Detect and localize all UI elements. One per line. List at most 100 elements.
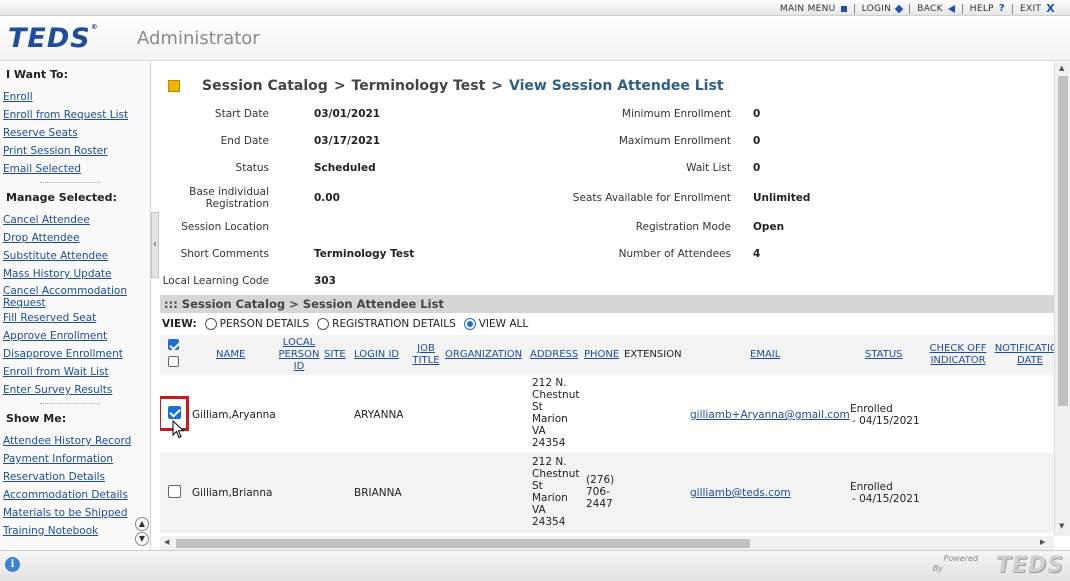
column-header-extension: EXTENSION: [624, 349, 682, 360]
sidebar: I Want To: Enroll Enroll from Request Li…: [0, 62, 151, 550]
horizontal-scroll-thumb[interactable]: [176, 539, 750, 548]
sidebar-item-approve-enrollment[interactable]: Approve Enrollment: [3, 327, 150, 345]
column-header-job-title[interactable]: JOB TITLE: [411, 343, 441, 367]
status-value: Scheduled: [314, 162, 376, 174]
row-checkbox[interactable]: [168, 406, 181, 419]
radio-person-details[interactable]: [204, 318, 217, 330]
info-icon[interactable]: i: [5, 557, 20, 572]
sidebar-item-print-session-roster[interactable]: Print Session Roster: [3, 142, 150, 160]
app-subtitle: Administrator: [137, 28, 260, 49]
horizontal-scrollbar[interactable]: ◀ ▶: [160, 536, 1054, 550]
column-header-organization[interactable]: ORGANIZATION: [445, 349, 522, 361]
sidebar-item-enroll-from-wait-list[interactable]: Enroll from Wait List: [3, 363, 150, 381]
column-header-login-id[interactable]: LOGIN ID: [354, 349, 399, 361]
seats-available-label: Seats Available for Enrollment: [572, 192, 731, 204]
scroll-down-arrow-icon[interactable]: ▼: [1059, 522, 1064, 530]
sidebar-heading-i-want-to: I Want To:: [6, 68, 69, 81]
start-date-value: 03/01/2021: [314, 108, 381, 120]
column-header-status[interactable]: STATUS: [865, 349, 903, 361]
main-menu-link[interactable]: MAIN MENU: [773, 4, 854, 14]
column-header-site[interactable]: SITE: [324, 349, 346, 361]
sidebar-scroll-up-icon[interactable]: ▲: [135, 517, 149, 531]
column-header-notification-date[interactable]: NOTIFICATION DATE: [990, 343, 1054, 367]
registration-mode-label: Registration Mode: [635, 221, 731, 233]
sidebar-scroll-down-icon[interactable]: ▼: [135, 532, 149, 546]
breadcrumb-terminology-test: Terminology Test: [351, 78, 486, 94]
base-individual-registration-label: Base individual Registration: [189, 186, 269, 210]
attendee-status: Enrolled - 04/15/2021: [850, 403, 920, 427]
column-header-check-off-indicator[interactable]: CHECK OFF INDICATOR: [926, 343, 990, 367]
row-checkbox[interactable]: [168, 485, 181, 498]
sidebar-item-enroll[interactable]: Enroll: [3, 88, 150, 106]
view-person-details-option[interactable]: PERSON DETAILS: [204, 318, 309, 330]
column-header-email[interactable]: EMAIL: [750, 349, 780, 361]
square-icon: [840, 5, 847, 12]
sidebar-item-enroll-from-request-list[interactable]: Enroll from Request List: [3, 106, 150, 124]
sidebar-item-attendee-history-record[interactable]: Attendee History Record: [3, 432, 150, 450]
footer-teds-logo: TEDS: [995, 553, 1064, 578]
end-date-label: End Date: [220, 135, 269, 147]
sidebar-divider: [40, 403, 100, 404]
short-comments-value: Terminology Test: [314, 248, 415, 260]
column-header-phone[interactable]: PHONE: [584, 349, 619, 361]
attendee-address: 212 N. Chestnut St Marion VA 24354: [532, 456, 580, 528]
deselect-all-checkbox[interactable]: [168, 356, 179, 367]
column-header-name[interactable]: NAME: [216, 349, 245, 361]
table-header: NAME LOCAL PERSON ID SITE LOGIN ID JOB T…: [160, 335, 1054, 375]
exit-link[interactable]: EXIT X: [1013, 2, 1062, 15]
sidebar-item-mass-history-update[interactable]: Mass History Update: [3, 265, 150, 283]
attendee-phone: (276) 706- 2447: [586, 474, 615, 510]
sidebar-item-reservation-details[interactable]: Reservation Details: [3, 468, 150, 486]
sidebar-item-enter-survey-results[interactable]: Enter Survey Results: [3, 381, 150, 399]
attendee-email-link[interactable]: gilliamb@teds.com: [690, 487, 791, 499]
back-label: BACK: [917, 3, 943, 14]
view-label: VIEW:: [162, 318, 197, 330]
diamond-icon: [894, 4, 904, 13]
radio-registration-details[interactable]: [317, 318, 330, 330]
back-link[interactable]: BACK: [910, 4, 962, 14]
sidebar-divider: [40, 182, 100, 183]
sidebar-item-accommodation-details[interactable]: Accommodation Details: [3, 486, 150, 504]
sidebar-item-email-selected[interactable]: Email Selected: [3, 160, 150, 178]
scroll-right-arrow-icon[interactable]: ▶: [1040, 538, 1045, 546]
login-link[interactable]: LOGIN: [855, 4, 910, 14]
attendee-name: Gilliam,Aryanna: [192, 409, 276, 421]
sidebar-item-materials-to-be-shipped[interactable]: Materials to be Shipped: [3, 504, 150, 522]
sidebar-heading-show-me: Show Me:: [6, 412, 67, 425]
column-header-local-person-id[interactable]: LOCAL PERSON ID: [275, 337, 323, 373]
status-label: Status: [235, 162, 269, 174]
view-registration-details-option[interactable]: REGISTRATION DETAILS: [317, 318, 456, 330]
by-text: By: [932, 564, 943, 573]
sidebar-item-reserve-seats[interactable]: Reserve Seats: [3, 124, 150, 142]
short-comments-label: Short Comments: [180, 248, 269, 260]
powered-by-text: Powered: [943, 554, 978, 563]
sidebar-item-training-notebook[interactable]: Training Notebook: [3, 522, 150, 540]
scroll-left-arrow-icon[interactable]: ◀: [164, 538, 169, 546]
table-row[interactable]: Gilliam,Brianna BRIANNA 212 N. Chestnut St…: [160, 453, 1054, 533]
sidebar-item-fill-reserved-seat[interactable]: Fill Reserved Seat: [3, 309, 150, 327]
radio-label: VIEW ALL: [478, 318, 529, 330]
sidebar-item-cancel-accommodation-request[interactable]: Cancel Accommodation Request: [3, 283, 128, 309]
base-individual-registration-value: 0.00: [314, 192, 340, 204]
scroll-up-arrow-icon[interactable]: ▲: [1059, 64, 1064, 72]
sidebar-item-payment-information[interactable]: Payment Information: [3, 450, 150, 468]
view-all-option[interactable]: VIEW ALL: [463, 318, 529, 330]
session-location-label: Session Location: [181, 221, 269, 233]
radio-view-all[interactable]: [463, 318, 476, 330]
vertical-scroll-thumb[interactable]: [1058, 76, 1068, 406]
help-link[interactable]: HELP ?: [963, 3, 1012, 14]
sidebar-item-drop-attendee[interactable]: Drop Attendee: [3, 229, 150, 247]
attendee-email-link[interactable]: gilliamb+Aryanna@gmail.com: [690, 409, 850, 421]
sidebar-collapse-toggle[interactable]: ‹: [151, 212, 159, 278]
sidebar-item-disapprove-enrollment[interactable]: Disapprove Enrollment: [3, 345, 150, 363]
column-header-address[interactable]: ADDRESS: [530, 349, 578, 361]
breadcrumb-separator: >: [491, 78, 503, 94]
number-of-attendees-value: 4: [753, 248, 761, 260]
attendee-list-header: ::: Session Catalog > Session Attendee L…: [160, 295, 1054, 313]
sidebar-item-cancel-attendee[interactable]: Cancel Attendee: [3, 211, 150, 229]
breadcrumb-session-catalog: Session Catalog: [202, 78, 328, 94]
table-row[interactable]: Gilliam,Aryanna ARYANNA 212 N. Chestnut St…: [160, 375, 1054, 453]
select-all-checkbox[interactable]: [168, 339, 179, 350]
sidebar-item-substitute-attendee[interactable]: Substitute Attendee: [3, 247, 150, 265]
vertical-scrollbar[interactable]: ▲ ▼: [1054, 62, 1070, 536]
